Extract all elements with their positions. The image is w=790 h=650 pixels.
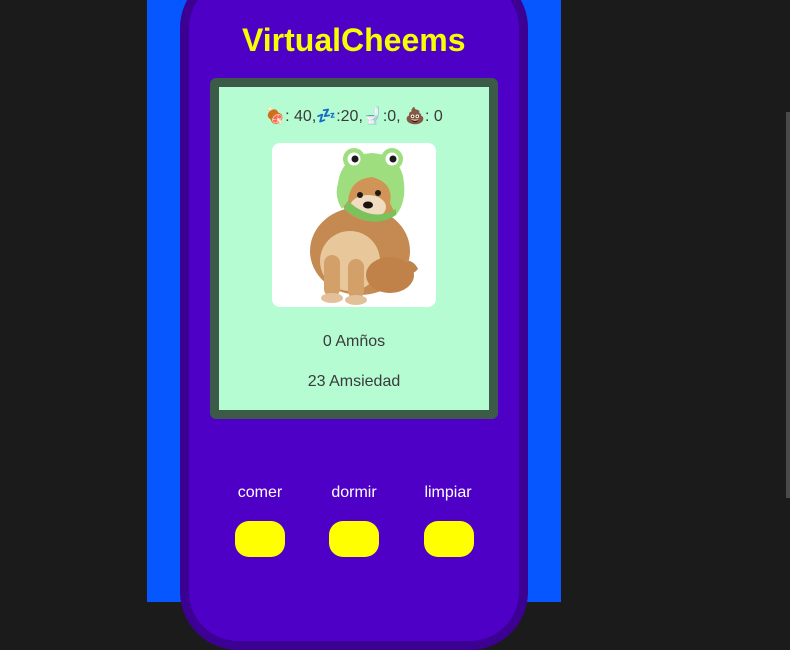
food-value: : 40, [285,108,317,125]
sleep-value: :20, [336,108,363,125]
pet-image [272,143,436,307]
sleep-icon: 💤 [316,108,337,125]
toilet-icon: 🚽 [362,108,383,125]
toilet-value: :0, [382,108,401,125]
cheems-frog-hat-icon [310,148,418,305]
comer-label: comer [237,484,283,501]
limpiar-label: limpiar [424,484,472,501]
poop-value: : 0 [424,108,443,125]
poop-icon: 💩 [405,108,425,125]
limpiar-button[interactable] [424,521,474,557]
scrollbar-thumb[interactable] [786,112,790,498]
food-icon: 🍖 [265,108,286,125]
dormir-button[interactable] [329,521,379,557]
comer-button[interactable] [235,521,285,557]
pet-screen: 🍖: 40,💤:20,🚽:0, 💩: 0 0 Amños 23 Amsiedad [210,78,498,419]
dormir-label: dormir [331,484,377,501]
anxiety-label: 23 Amsiedad [307,373,401,390]
app-title: VirtualCheems [242,22,466,58]
stats-bar: 🍖: 40,💤:20,🚽:0, 💩: 0 [219,106,489,126]
age-label: 0 Amños [322,333,386,350]
